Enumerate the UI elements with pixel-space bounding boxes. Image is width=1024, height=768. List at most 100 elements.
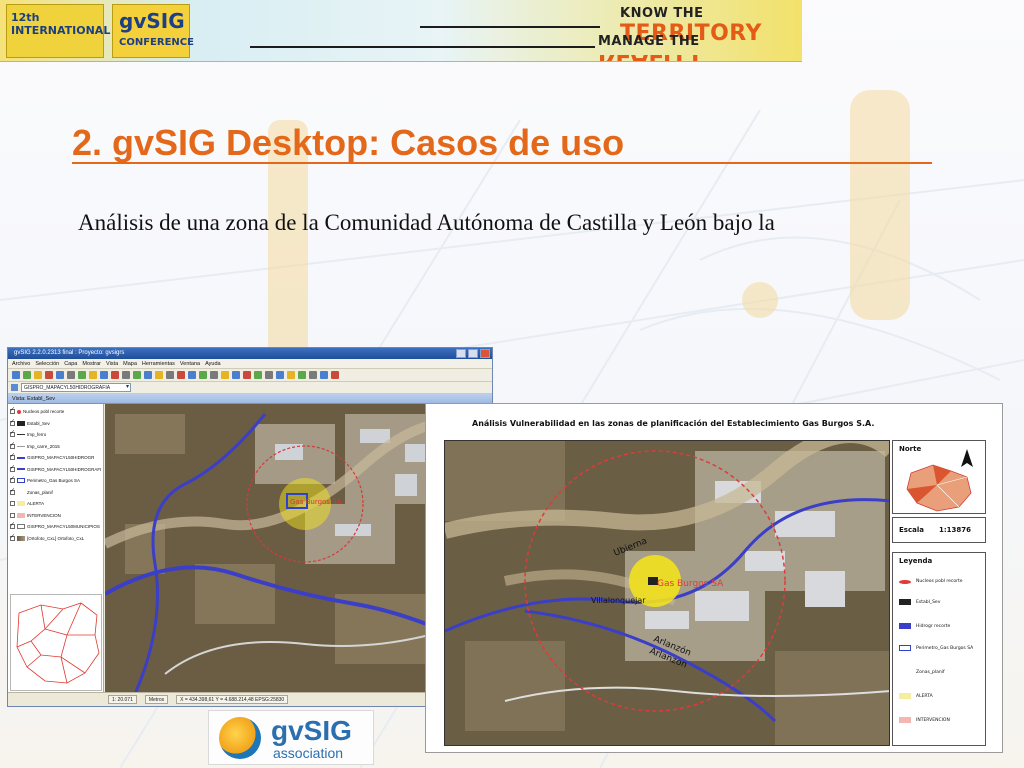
layer-visibility-checkbox[interactable] xyxy=(10,512,15,518)
tool-icon[interactable] xyxy=(254,371,262,379)
layer-name: tmp_carre_2015 xyxy=(27,443,60,449)
layer-item[interactable]: [Ortofoto_CxL] Ortofoto_CxL xyxy=(10,533,101,545)
locator-map[interactable] xyxy=(10,594,102,691)
legend-item: Nucleos pobl recorte xyxy=(899,579,963,584)
layer-visibility-checkbox[interactable] xyxy=(10,418,15,426)
legend-label: Perimetro_Gas Burgos SA xyxy=(916,645,974,651)
analysis-map-panel: Análisis Vulnerabilidad en las zonas de … xyxy=(425,403,1003,753)
tool-icon[interactable] xyxy=(111,371,119,379)
tool-icon[interactable] xyxy=(188,371,196,379)
group-icon xyxy=(899,669,911,675)
tool-icon[interactable] xyxy=(144,371,152,379)
menu-item[interactable]: Mapa xyxy=(123,359,137,368)
tool-icon[interactable] xyxy=(320,371,328,379)
tool-icon[interactable] xyxy=(331,371,339,379)
conference-logo: gvSIG CONFERENCE xyxy=(112,4,194,58)
menu-item[interactable]: Capa xyxy=(64,359,77,368)
layer-item[interactable]: tmp_carre_2015 xyxy=(10,441,101,453)
menu-item[interactable]: Selección xyxy=(35,359,59,368)
layer-visibility-checkbox[interactable] xyxy=(10,521,15,530)
tool-icon[interactable] xyxy=(45,371,53,379)
conference-banner: 12th INTERNATIONAL gvSIG CONFERENCE KNOW… xyxy=(0,0,802,62)
minimize-button[interactable] xyxy=(456,349,466,358)
layer-item[interactable]: Perimetro_Gas Burgos SA xyxy=(10,475,101,487)
menu-item[interactable]: Mostrar xyxy=(82,359,101,368)
tool-icon[interactable] xyxy=(78,371,86,379)
gvsig-desktop-window: gvSIG 2.2.0.2313 final : Proyecto: gvsig… xyxy=(7,347,493,707)
layer-item[interactable]: ALERTA xyxy=(10,498,101,510)
layer-visibility-checkbox[interactable] xyxy=(10,441,15,449)
layer-name: Zonas_planif xyxy=(27,489,53,495)
alert-fill-icon xyxy=(899,693,911,699)
menu-item[interactable]: Ayuda xyxy=(205,359,221,368)
intervention-fill-icon xyxy=(17,512,25,518)
layer-name: Nucleos pobl recorte xyxy=(23,409,65,415)
legend-label: Establ_Sev xyxy=(916,599,941,605)
tool-icon[interactable] xyxy=(265,371,273,379)
tool-icon[interactable] xyxy=(243,371,251,379)
tool-icon[interactable] xyxy=(199,371,207,379)
view-titlebar: Vista: Establ_Sev xyxy=(8,394,492,404)
tool-icon[interactable] xyxy=(221,371,229,379)
tool-icon[interactable] xyxy=(298,371,306,379)
layer-visibility-checkbox[interactable] xyxy=(10,406,15,415)
scale-field[interactable]: 1: 20.071 xyxy=(108,695,137,704)
scale-label: Escala xyxy=(899,526,924,534)
layer-item[interactable]: GISPRO_MAPACYL50MUNICIPIOS xyxy=(10,521,101,533)
legend-label: Zonas_planif xyxy=(916,669,945,675)
layer-item[interactable]: Establ_Sev xyxy=(10,418,101,430)
menu-item[interactable]: Archivo xyxy=(12,359,30,368)
layer-visibility-checkbox[interactable] xyxy=(10,429,15,438)
layer-list: Nucleos pobl recorte Establ_Sev tmp_ferrot… xyxy=(8,404,103,589)
legend-item: ALERTA xyxy=(899,693,933,699)
layer-name: ALERTA xyxy=(27,501,45,507)
slogan-word: REALITY xyxy=(598,49,704,62)
analysis-map: Gas Burgos SA Villalonquejar Ubierna Arl… xyxy=(444,440,890,746)
tool-icon[interactable] xyxy=(177,371,185,379)
tool-icon[interactable] xyxy=(23,371,31,379)
legend-item: Zonas_planif xyxy=(899,669,945,675)
tool-icon[interactable] xyxy=(89,371,97,379)
layer-visibility-checkbox[interactable] xyxy=(10,475,15,484)
layer-item[interactable]: GISPRO_MAPACYL50HIDROGR xyxy=(10,452,101,464)
layer-item[interactable]: Zonas_planif xyxy=(10,487,101,499)
tool-icon[interactable] xyxy=(122,371,130,379)
tool-icon[interactable] xyxy=(67,371,75,379)
layer-selector-row: GISPRO_MAPACYL50HIDROGRAFIA xyxy=(8,382,492,394)
tool-icon[interactable] xyxy=(232,371,240,379)
tool-icon[interactable] xyxy=(34,371,42,379)
tool-icon[interactable] xyxy=(309,371,317,379)
layer-item[interactable]: GISPRO_MAPACYL50HIDROGRAFIA xyxy=(10,464,101,476)
layer-visibility-checkbox[interactable] xyxy=(10,533,15,541)
edition-badge: 12th INTERNATIONAL xyxy=(6,4,110,58)
layer-name: GISPRO_MAPACYL50HIDROGRAFIA xyxy=(27,466,101,472)
close-button[interactable] xyxy=(480,349,490,358)
layer-item[interactable]: tmp_ferro xyxy=(10,429,101,441)
tool-icon[interactable] xyxy=(100,371,108,379)
factory-icon xyxy=(17,420,25,426)
layer-item[interactable]: INTERVENCION xyxy=(10,510,101,522)
tool-icon[interactable] xyxy=(276,371,284,379)
coordinates-field: X = 434.398,61 Y = 4.688.214,48 EPSG:258… xyxy=(176,695,289,704)
tool-icon[interactable] xyxy=(287,371,295,379)
layer-item[interactable]: Nucleos pobl recorte xyxy=(10,406,101,418)
tool-icon[interactable] xyxy=(155,371,163,379)
tool-icon[interactable] xyxy=(12,371,20,379)
menu-item[interactable]: Herramientas xyxy=(142,359,175,368)
raster-icon xyxy=(17,535,25,541)
menu-item[interactable]: Vista xyxy=(106,359,118,368)
units-field[interactable]: Metros xyxy=(144,695,169,704)
active-layer-combo[interactable]: GISPRO_MAPACYL50HIDROGRAFIA xyxy=(21,383,131,392)
tool-icon[interactable] xyxy=(210,371,218,379)
tool-icon[interactable] xyxy=(166,371,174,379)
layer-visibility-checkbox[interactable] xyxy=(10,464,15,472)
menu-item[interactable]: Ventana xyxy=(180,359,200,368)
maximize-button[interactable] xyxy=(468,349,478,358)
tool-icon[interactable] xyxy=(56,371,64,379)
perimeter-icon xyxy=(899,645,911,651)
legend-item: Establ_Sev xyxy=(899,599,940,605)
layer-visibility-checkbox[interactable] xyxy=(10,452,15,461)
layer-visibility-checkbox[interactable] xyxy=(10,501,15,507)
layer-visibility-checkbox[interactable] xyxy=(10,487,15,495)
tool-icon[interactable] xyxy=(133,371,141,379)
